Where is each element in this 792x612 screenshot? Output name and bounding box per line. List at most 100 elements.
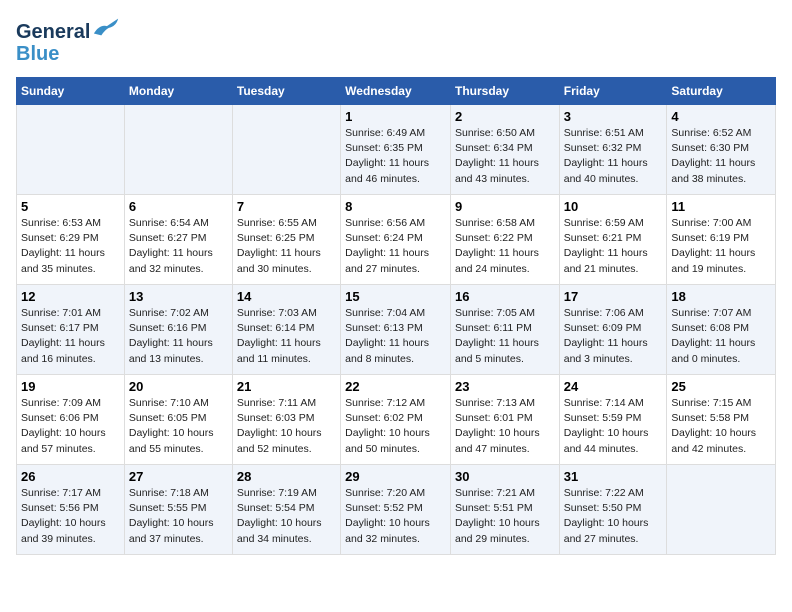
day-info: Sunrise: 7:10 AM Sunset: 6:05 PM Dayligh… bbox=[129, 396, 228, 457]
calendar-cell: 23 Sunrise: 7:13 AM Sunset: 6:01 PM Dayli… bbox=[450, 375, 559, 465]
day-info: Sunrise: 6:59 AM Sunset: 6:21 PM Dayligh… bbox=[564, 216, 663, 277]
day-number: 15 bbox=[345, 289, 446, 304]
day-info: Sunrise: 7:12 AM Sunset: 6:02 PM Dayligh… bbox=[345, 396, 446, 457]
header-day-monday: Monday bbox=[124, 78, 232, 105]
calendar-cell: 24 Sunrise: 7:14 AM Sunset: 5:59 PM Dayli… bbox=[559, 375, 667, 465]
calendar-cell: 7 Sunrise: 6:55 AM Sunset: 6:25 PM Daylig… bbox=[232, 195, 340, 285]
day-number: 19 bbox=[21, 379, 120, 394]
day-number: 28 bbox=[237, 469, 336, 484]
day-number: 24 bbox=[564, 379, 663, 394]
calendar-cell: 20 Sunrise: 7:10 AM Sunset: 6:05 PM Dayli… bbox=[124, 375, 232, 465]
calendar-cell: 31 Sunrise: 7:22 AM Sunset: 5:50 PM Dayli… bbox=[559, 465, 667, 555]
day-info: Sunrise: 6:50 AM Sunset: 6:34 PM Dayligh… bbox=[455, 126, 555, 187]
day-number: 29 bbox=[345, 469, 446, 484]
header-day-friday: Friday bbox=[559, 78, 667, 105]
calendar-cell: 28 Sunrise: 7:19 AM Sunset: 5:54 PM Dayli… bbox=[232, 465, 340, 555]
day-info: Sunrise: 7:15 AM Sunset: 5:58 PM Dayligh… bbox=[671, 396, 771, 457]
calendar-header: SundayMondayTuesdayWednesdayThursdayFrid… bbox=[17, 78, 776, 105]
calendar-cell: 17 Sunrise: 7:06 AM Sunset: 6:09 PM Dayli… bbox=[559, 285, 667, 375]
day-number: 11 bbox=[671, 199, 771, 214]
day-number: 25 bbox=[671, 379, 771, 394]
day-number: 21 bbox=[237, 379, 336, 394]
logo-bird-icon bbox=[92, 16, 120, 38]
calendar-body: 1 Sunrise: 6:49 AM Sunset: 6:35 PM Daylig… bbox=[17, 105, 776, 555]
calendar-cell: 11Sunrise: 7:00 AM Sunset: 6:19 PM Dayli… bbox=[667, 195, 776, 285]
day-info: Sunrise: 7:19 AM Sunset: 5:54 PM Dayligh… bbox=[237, 486, 336, 547]
calendar-cell: 2 Sunrise: 6:50 AM Sunset: 6:34 PM Daylig… bbox=[450, 105, 559, 195]
calendar-cell: 30Sunrise: 7:21 AM Sunset: 5:51 PM Dayli… bbox=[450, 465, 559, 555]
day-info: Sunrise: 7:14 AM Sunset: 5:59 PM Dayligh… bbox=[564, 396, 663, 457]
day-number: 7 bbox=[237, 199, 336, 214]
day-number: 20 bbox=[129, 379, 228, 394]
day-number: 26 bbox=[21, 469, 120, 484]
day-info: Sunrise: 7:03 AM Sunset: 6:14 PM Dayligh… bbox=[237, 306, 336, 367]
day-number: 17 bbox=[564, 289, 663, 304]
calendar-cell: 25 Sunrise: 7:15 AM Sunset: 5:58 PM Dayli… bbox=[667, 375, 776, 465]
header-day-thursday: Thursday bbox=[450, 78, 559, 105]
day-number: 10 bbox=[564, 199, 663, 214]
calendar-cell: 21 Sunrise: 7:11 AM Sunset: 6:03 PM Dayli… bbox=[232, 375, 340, 465]
day-number: 8 bbox=[345, 199, 446, 214]
day-number: 1 bbox=[345, 109, 446, 124]
day-info: Sunrise: 6:55 AM Sunset: 6:25 PM Dayligh… bbox=[237, 216, 336, 277]
calendar-cell: 6 Sunrise: 6:54 AM Sunset: 6:27 PM Daylig… bbox=[124, 195, 232, 285]
day-number: 14 bbox=[237, 289, 336, 304]
calendar-cell: 27 Sunrise: 7:18 AM Sunset: 5:55 PM Dayli… bbox=[124, 465, 232, 555]
week-row-5: 26Sunrise: 7:17 AM Sunset: 5:56 PM Dayli… bbox=[17, 465, 776, 555]
day-info: Sunrise: 7:07 AM Sunset: 6:08 PM Dayligh… bbox=[671, 306, 771, 367]
day-info: Sunrise: 6:51 AM Sunset: 6:32 PM Dayligh… bbox=[564, 126, 663, 187]
day-number: 27 bbox=[129, 469, 228, 484]
calendar-cell: 4Sunrise: 6:52 AM Sunset: 6:30 PM Daylig… bbox=[667, 105, 776, 195]
calendar-cell: 19Sunrise: 7:09 AM Sunset: 6:06 PM Dayli… bbox=[17, 375, 125, 465]
day-info: Sunrise: 7:20 AM Sunset: 5:52 PM Dayligh… bbox=[345, 486, 446, 547]
day-info: Sunrise: 6:56 AM Sunset: 6:24 PM Dayligh… bbox=[345, 216, 446, 277]
day-number: 13 bbox=[129, 289, 228, 304]
calendar-table: SundayMondayTuesdayWednesdayThursdayFrid… bbox=[16, 77, 776, 555]
day-info: Sunrise: 7:21 AM Sunset: 5:51 PM Dayligh… bbox=[455, 486, 555, 547]
calendar-cell: 14 Sunrise: 7:03 AM Sunset: 6:14 PM Dayli… bbox=[232, 285, 340, 375]
day-number: 2 bbox=[455, 109, 555, 124]
week-row-1: 1 Sunrise: 6:49 AM Sunset: 6:35 PM Daylig… bbox=[17, 105, 776, 195]
day-number: 3 bbox=[564, 109, 663, 124]
calendar-cell bbox=[667, 465, 776, 555]
calendar-cell: 9Sunrise: 6:58 AM Sunset: 6:22 PM Daylig… bbox=[450, 195, 559, 285]
header-day-tuesday: Tuesday bbox=[232, 78, 340, 105]
day-info: Sunrise: 7:22 AM Sunset: 5:50 PM Dayligh… bbox=[564, 486, 663, 547]
header-day-saturday: Saturday bbox=[667, 78, 776, 105]
calendar-cell: 18 Sunrise: 7:07 AM Sunset: 6:08 PM Dayli… bbox=[667, 285, 776, 375]
calendar-cell: 12 Sunrise: 7:01 AM Sunset: 6:17 PM Dayli… bbox=[17, 285, 125, 375]
day-number: 9 bbox=[455, 199, 555, 214]
calendar-cell: 26Sunrise: 7:17 AM Sunset: 5:56 PM Dayli… bbox=[17, 465, 125, 555]
calendar-cell bbox=[124, 105, 232, 195]
day-number: 12 bbox=[21, 289, 120, 304]
day-number: 6 bbox=[129, 199, 228, 214]
calendar-cell: 22 Sunrise: 7:12 AM Sunset: 6:02 PM Dayli… bbox=[341, 375, 451, 465]
calendar-cell: 3 Sunrise: 6:51 AM Sunset: 6:32 PM Daylig… bbox=[559, 105, 667, 195]
week-row-4: 19Sunrise: 7:09 AM Sunset: 6:06 PM Dayli… bbox=[17, 375, 776, 465]
day-number: 31 bbox=[564, 469, 663, 484]
day-number: 5 bbox=[21, 199, 120, 214]
day-info: Sunrise: 7:05 AM Sunset: 6:11 PM Dayligh… bbox=[455, 306, 555, 367]
header-row: SundayMondayTuesdayWednesdayThursdayFrid… bbox=[17, 78, 776, 105]
day-info: Sunrise: 7:11 AM Sunset: 6:03 PM Dayligh… bbox=[237, 396, 336, 457]
day-info: Sunrise: 6:52 AM Sunset: 6:30 PM Dayligh… bbox=[671, 126, 771, 187]
page-header: General Blue bbox=[16, 16, 776, 65]
day-number: 18 bbox=[671, 289, 771, 304]
calendar-cell: 1 Sunrise: 6:49 AM Sunset: 6:35 PM Daylig… bbox=[341, 105, 451, 195]
day-number: 22 bbox=[345, 379, 446, 394]
day-info: Sunrise: 6:54 AM Sunset: 6:27 PM Dayligh… bbox=[129, 216, 228, 277]
calendar-cell: 10 Sunrise: 6:59 AM Sunset: 6:21 PM Dayli… bbox=[559, 195, 667, 285]
day-info: Sunrise: 7:13 AM Sunset: 6:01 PM Dayligh… bbox=[455, 396, 555, 457]
day-info: Sunrise: 7:04 AM Sunset: 6:13 PM Dayligh… bbox=[345, 306, 446, 367]
day-info: Sunrise: 7:06 AM Sunset: 6:09 PM Dayligh… bbox=[564, 306, 663, 367]
calendar-cell bbox=[232, 105, 340, 195]
logo: General Blue bbox=[16, 16, 120, 65]
day-info: Sunrise: 7:02 AM Sunset: 6:16 PM Dayligh… bbox=[129, 306, 228, 367]
day-number: 23 bbox=[455, 379, 555, 394]
day-info: Sunrise: 6:49 AM Sunset: 6:35 PM Dayligh… bbox=[345, 126, 446, 187]
day-info: Sunrise: 7:01 AM Sunset: 6:17 PM Dayligh… bbox=[21, 306, 120, 367]
calendar-cell: 13 Sunrise: 7:02 AM Sunset: 6:16 PM Dayli… bbox=[124, 285, 232, 375]
calendar-cell bbox=[17, 105, 125, 195]
day-info: Sunrise: 7:18 AM Sunset: 5:55 PM Dayligh… bbox=[129, 486, 228, 547]
day-number: 16 bbox=[455, 289, 555, 304]
